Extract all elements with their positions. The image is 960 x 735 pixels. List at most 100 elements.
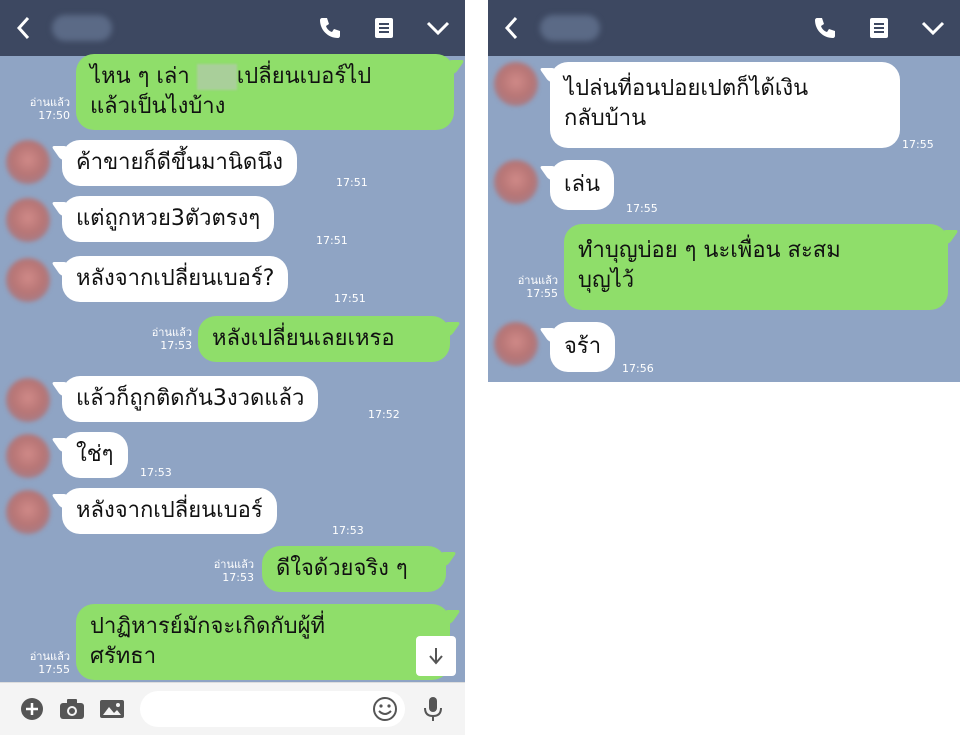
- message-bubble-incoming[interactable]: จร้า: [550, 322, 616, 372]
- back-button[interactable]: [0, 0, 48, 56]
- phone-icon: [320, 18, 340, 38]
- message-text-line: ศรัทธา: [90, 644, 157, 669]
- chevron-left-icon: [504, 16, 518, 40]
- message-text-line: แล้วเป็นไงบ้าง: [90, 94, 226, 119]
- chat-header: [488, 0, 960, 56]
- back-button[interactable]: [488, 0, 536, 56]
- emoji-button[interactable]: [371, 695, 399, 727]
- mic-icon: [424, 697, 442, 721]
- message-time: 17:55: [526, 287, 558, 300]
- message-bubble-outgoing[interactable]: ดีใจด้วยจริง ๆ: [262, 546, 446, 592]
- message-bubble-incoming[interactable]: แต่ถูกหวย3ตัวตรงๆ: [62, 196, 275, 242]
- camera-icon: [60, 699, 84, 719]
- message-time: 17:55: [902, 138, 934, 151]
- redacted-block: [196, 64, 237, 90]
- message-time: 17:53: [160, 339, 192, 352]
- message-text: แต่ถูกหวย3ตัวตรงๆ: [76, 206, 261, 231]
- avatar[interactable]: [6, 258, 50, 302]
- message-bubble-incoming[interactable]: หลังจากเปลี่ยนเบอร์?: [62, 256, 289, 302]
- message-bubble-outgoing[interactable]: ปาฏิหารย์มักจะเกิดกับผู้ที่ ศรัทธา: [76, 604, 450, 680]
- message-time: 17:53: [222, 571, 254, 584]
- mic-button[interactable]: [413, 689, 453, 729]
- notes-button[interactable]: [852, 0, 906, 56]
- message-input-bar: [0, 682, 465, 735]
- message-input[interactable]: [140, 691, 405, 727]
- message-time: 17:56: [622, 362, 654, 375]
- message-text: ค้าขายก็ดีขึ้นมานิดนึง: [76, 150, 284, 175]
- message-bubble-incoming[interactable]: ใช่ๆ: [62, 432, 128, 478]
- message-text: เล่น: [564, 172, 601, 197]
- read-receipt: อ่านแล้ว: [151, 326, 192, 339]
- message-bubble-incoming[interactable]: แล้วก็ถูกติดกัน3งวดแล้ว: [62, 376, 319, 422]
- message-time: 17:53: [140, 466, 172, 479]
- message-meta: อ่านแล้ว 17:55: [506, 274, 558, 300]
- plus-icon: [21, 698, 43, 720]
- message-bubble-incoming[interactable]: ไปล่นที่อนปอยเปตก็ได้เงิน กลับบ้าน: [550, 62, 900, 148]
- message-bubble-outgoing[interactable]: ทำบุญบ่อย ๆ นะเพื่อน สะสม บุญไว้: [564, 224, 948, 310]
- emoji-icon: [373, 697, 397, 721]
- notes-icon: [375, 18, 393, 38]
- left-chat-screenshot: อ่านแล้ว 17:50 ไหน ๆ เล่า เปลี่ยนเบอร์ไป…: [0, 0, 465, 735]
- avatar[interactable]: [6, 490, 50, 534]
- chevron-down-icon: [921, 21, 945, 36]
- chevron-down-icon: [426, 21, 450, 36]
- message-time: 17:50: [38, 109, 70, 122]
- call-button[interactable]: [798, 0, 852, 56]
- avatar[interactable]: [6, 434, 50, 478]
- message-meta: อ่านแล้ว 17:50: [22, 96, 70, 122]
- message-bubble-outgoing[interactable]: ไหน ๆ เล่า เปลี่ยนเบอร์ไป แล้วเป็นไงบ้าง: [76, 54, 454, 130]
- notes-icon: [870, 18, 888, 38]
- avatar[interactable]: [6, 198, 50, 242]
- avatar[interactable]: [6, 140, 50, 184]
- message-text: หลังจากเปลี่ยนเบอร์?: [76, 266, 275, 291]
- message-text: ดีใจด้วยจริง ๆ: [276, 556, 408, 581]
- message-meta: อ่านแล้ว 17:55: [20, 650, 70, 676]
- message-text-line: ไหน ๆ เล่า เปลี่ยนเบอร์ไป: [90, 64, 372, 90]
- read-receipt: อ่านแล้ว: [29, 650, 70, 663]
- call-button[interactable]: [303, 0, 357, 56]
- message-bubble-incoming[interactable]: เล่น: [550, 160, 615, 210]
- message-text-line: ไปล่นที่อนปอยเปตก็ได้เงิน: [564, 76, 809, 101]
- gallery-button[interactable]: [92, 689, 132, 729]
- camera-button[interactable]: [52, 689, 92, 729]
- read-receipt: อ่านแล้ว: [29, 96, 70, 109]
- message-time: 17:55: [626, 202, 658, 215]
- message-time: 17:51: [336, 176, 368, 189]
- message-text: หลังจากเปลี่ยนเบอร์: [76, 498, 263, 523]
- message-meta: อ่านแล้ว 17:53: [204, 558, 254, 584]
- message-text: แล้วก็ถูกติดกัน3งวดแล้ว: [76, 386, 305, 411]
- message-text: ใช่ๆ: [76, 442, 114, 467]
- contact-name-blurred: [52, 15, 112, 41]
- message-text-line: กลับบ้าน: [564, 106, 647, 131]
- message-time: 17:51: [334, 292, 366, 305]
- scroll-down-button[interactable]: [416, 636, 456, 676]
- read-receipt: อ่านแล้ว: [517, 274, 558, 287]
- message-time: 17:52: [368, 408, 400, 421]
- message-text: จร้า: [564, 334, 602, 359]
- image-icon: [100, 700, 124, 718]
- contact-name-blurred: [540, 15, 600, 41]
- message-time: 17:55: [38, 663, 70, 676]
- message-text-line: ปาฏิหารย์มักจะเกิดกับผู้ที่: [90, 614, 325, 639]
- add-button[interactable]: [12, 689, 52, 729]
- message-bubble-incoming[interactable]: ค้าขายก็ดีขึ้นมานิดนึง: [62, 140, 298, 186]
- message-time: 17:51: [316, 234, 348, 247]
- message-text-line: บุญไว้: [578, 268, 635, 293]
- message-bubble-incoming[interactable]: หลังจากเปลี่ยนเบอร์: [62, 488, 277, 534]
- avatar[interactable]: [494, 322, 538, 366]
- menu-button[interactable]: [906, 0, 960, 56]
- arrow-down-icon: [429, 648, 443, 665]
- avatar[interactable]: [494, 160, 538, 204]
- message-text: หลังเปลี่ยนเลยเหรอ: [212, 326, 395, 351]
- chat-header: [0, 0, 465, 56]
- message-bubble-outgoing[interactable]: หลังเปลี่ยนเลยเหรอ: [198, 316, 450, 362]
- right-chat-screenshot: ไปล่นที่อนปอยเปตก็ได้เงิน กลับบ้าน 17:55…: [488, 0, 960, 382]
- message-meta: อ่านแล้ว 17:53: [144, 326, 192, 352]
- notes-button[interactable]: [357, 0, 411, 56]
- chevron-left-icon: [16, 16, 30, 40]
- message-text-line: ทำบุญบ่อย ๆ นะเพื่อน สะสม: [578, 238, 841, 263]
- avatar[interactable]: [6, 378, 50, 422]
- avatar[interactable]: [494, 62, 538, 106]
- menu-button[interactable]: [411, 0, 465, 56]
- read-receipt: อ่านแล้ว: [213, 558, 254, 571]
